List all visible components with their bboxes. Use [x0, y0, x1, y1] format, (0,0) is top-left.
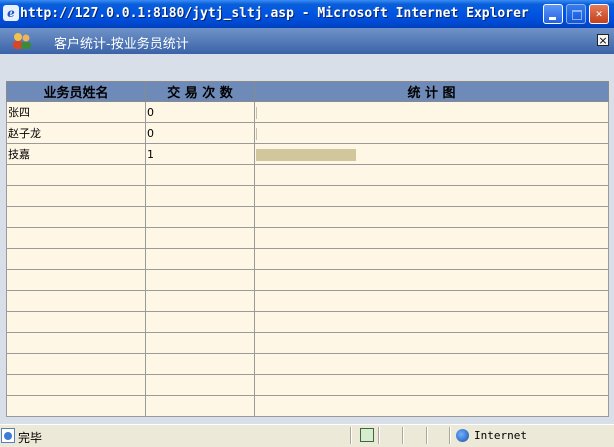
- report-content: 业务员姓名 交 易 次 数 统 计 图 张四 0 赵子龙 0 技嘉 1: [0, 54, 614, 424]
- panel-title: 客户统计-按业务员统计: [54, 37, 189, 52]
- table-row-empty: [6, 185, 609, 207]
- chart-cell: [254, 122, 609, 144]
- empty-cell: [145, 227, 255, 249]
- page-done-icon: [1, 428, 15, 443]
- stat-bar: [256, 148, 356, 161]
- table-row-empty: [6, 206, 609, 228]
- empty-cell: [145, 332, 255, 354]
- empty-cell: [6, 395, 146, 417]
- table-row-empty: [6, 353, 609, 375]
- empty-cell: [145, 185, 255, 207]
- stat-bar: [256, 127, 257, 140]
- status-text: 完毕: [18, 431, 43, 445]
- empty-cell: [6, 353, 146, 375]
- empty-cell: [6, 311, 146, 333]
- table-row: 技嘉 1: [6, 143, 609, 165]
- empty-cell: [254, 185, 609, 207]
- empty-cell: [145, 248, 255, 270]
- status-divider: [350, 427, 352, 444]
- column-header-chart: 统 计 图: [254, 81, 609, 102]
- status-divider: [426, 427, 428, 444]
- empty-cell: [145, 311, 255, 333]
- salesperson-name: 赵子龙: [6, 122, 146, 144]
- stat-bar: [256, 106, 257, 119]
- table-row-empty: [6, 374, 609, 396]
- internet-zone-icon: [456, 429, 469, 442]
- empty-cell: [254, 248, 609, 270]
- empty-cell: [145, 164, 255, 186]
- empty-cell: [145, 353, 255, 375]
- table-row-empty: [6, 248, 609, 270]
- window-title: http://127.0.0.1:8180/jytj_sltj.asp - Mi…: [20, 6, 529, 21]
- column-header-salesperson: 业务员姓名: [6, 81, 146, 102]
- empty-cell: [6, 332, 146, 354]
- users-icon: [13, 33, 31, 49]
- empty-cell: [254, 269, 609, 291]
- trade-count: 0: [145, 122, 255, 144]
- empty-cell: [254, 374, 609, 396]
- status-divider: [378, 427, 380, 444]
- table-row: 张四 0: [6, 101, 609, 123]
- salesperson-name: 技嘉: [6, 143, 146, 165]
- panel-close-button[interactable]: ×: [597, 34, 609, 46]
- empty-cell: [145, 290, 255, 312]
- status-divider: [402, 427, 404, 444]
- empty-cell: [254, 227, 609, 249]
- status-divider: [449, 427, 451, 444]
- empty-cell: [145, 206, 255, 228]
- empty-cell: [254, 353, 609, 375]
- empty-cell: [6, 164, 146, 186]
- table-row-empty: [6, 164, 609, 186]
- table-row-empty: [6, 311, 609, 333]
- empty-cell: [6, 185, 146, 207]
- table-row-empty: [6, 290, 609, 312]
- minimize-button[interactable]: [543, 4, 563, 24]
- maximize-button[interactable]: [566, 4, 586, 24]
- empty-cell: [6, 227, 146, 249]
- status-bar: 完毕 Internet: [0, 424, 614, 447]
- empty-cell: [145, 395, 255, 417]
- empty-cell: [254, 206, 609, 228]
- empty-cell: [254, 395, 609, 417]
- trade-count: 0: [145, 101, 255, 123]
- panel-header: 客户统计-按业务员统计 ×: [0, 28, 614, 54]
- empty-cell: [6, 248, 146, 270]
- empty-cell: [145, 269, 255, 291]
- table-row-empty: [6, 395, 609, 417]
- table-row-empty: [6, 227, 609, 249]
- empty-cell: [254, 290, 609, 312]
- chart-cell: [254, 143, 609, 165]
- table-header-row: 业务员姓名 交 易 次 数 统 计 图: [6, 81, 609, 102]
- empty-cell: [254, 164, 609, 186]
- empty-cell: [6, 269, 146, 291]
- table-row-empty: [6, 269, 609, 291]
- window-titlebar: e http://127.0.0.1:8180/jytj_sltj.asp - …: [0, 0, 614, 28]
- internet-explorer-icon: e: [3, 5, 19, 21]
- table-row: 赵子龙 0: [6, 122, 609, 144]
- statistics-table: 业务员姓名 交 易 次 数 统 计 图 张四 0 赵子龙 0 技嘉 1: [6, 81, 609, 417]
- empty-cell: [6, 206, 146, 228]
- empty-cell: [6, 290, 146, 312]
- empty-cell: [145, 374, 255, 396]
- salesperson-name: 张四: [6, 101, 146, 123]
- table-row-empty: [6, 332, 609, 354]
- chart-cell: [254, 101, 609, 123]
- security-zone-label: Internet: [474, 429, 527, 442]
- security-icon: [360, 428, 374, 442]
- empty-cell: [6, 374, 146, 396]
- column-header-trade-count: 交 易 次 数: [145, 81, 255, 102]
- empty-cell: [254, 332, 609, 354]
- close-button[interactable]: ✕: [589, 4, 609, 24]
- empty-cell: [254, 311, 609, 333]
- trade-count: 1: [145, 143, 255, 165]
